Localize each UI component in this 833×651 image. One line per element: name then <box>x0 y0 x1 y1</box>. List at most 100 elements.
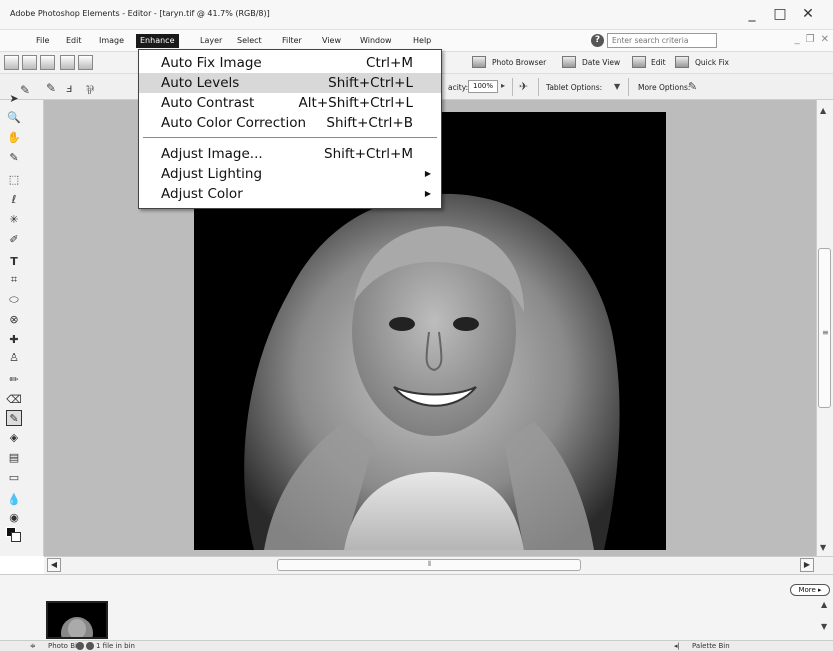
healing-brush-tool-icon[interactable]: ✚ <box>6 332 22 348</box>
close-button[interactable]: ✕ <box>801 6 815 22</box>
help-icon[interactable]: ? <box>591 34 604 47</box>
quick-fix-button[interactable]: Quick Fix <box>695 58 729 67</box>
scanner-icon[interactable] <box>78 55 93 70</box>
menu-window[interactable]: Window <box>356 34 396 48</box>
submenu-arrow-icon: ▶ <box>424 189 431 198</box>
magic-wand-tool-icon[interactable]: ✳ <box>6 212 22 228</box>
red-eye-tool-icon[interactable]: ⊗ <box>6 312 22 328</box>
menu-item-auto-contrast[interactable]: Auto Contrast Alt+Shift+Ctrl+L <box>139 93 441 113</box>
menu-enhance[interactable]: Enhance <box>136 34 179 48</box>
thumbnail-image <box>61 617 93 637</box>
opacity-field[interactable]: 100% <box>468 80 498 93</box>
options-separator <box>512 78 513 96</box>
date-view-icon[interactable] <box>562 56 576 68</box>
options-separator <box>538 78 539 96</box>
brush-preset-icon[interactable]: ✎ <box>46 81 56 95</box>
status-bar: ≑ Photo Bin 1 file in bin ◂| Palette Bin <box>0 640 833 651</box>
impressionist-brush-icon[interactable]: ⅎ <box>66 81 72 95</box>
color-replacement-icon[interactable]: ⅌ <box>86 81 94 98</box>
clone-stamp-tool-icon[interactable]: ♙ <box>6 350 22 366</box>
menu-edit[interactable]: Edit <box>62 34 86 48</box>
menu-image[interactable]: Image <box>95 34 128 48</box>
menu-layer[interactable]: Layer <box>196 34 226 48</box>
menu-file[interactable]: File <box>32 34 53 48</box>
tablet-options-label[interactable]: Tablet Options: <box>546 83 602 92</box>
open-file-icon[interactable] <box>22 55 37 70</box>
photo-browser-button[interactable]: Photo Browser <box>492 58 546 67</box>
more-button[interactable]: More ▸ <box>790 584 830 596</box>
type-tool-icon[interactable]: T <box>6 254 22 270</box>
menu-item-adjust-color[interactable]: Adjust Color ▶ <box>139 184 441 204</box>
palette-bin-label[interactable]: Palette Bin <box>692 642 730 650</box>
crop-tool-icon[interactable]: ⌗ <box>6 272 22 288</box>
blur-tool-icon[interactable]: 💧 <box>6 492 22 508</box>
palette-bin-toggle-icon[interactable]: ◂| <box>674 642 680 650</box>
scroll-down-icon[interactable]: ▼ <box>820 543 826 552</box>
edit-button[interactable]: Edit <box>651 58 666 67</box>
doc-restore-icon[interactable]: ❐ <box>806 34 815 45</box>
menu-item-auto-color-correction[interactable]: Auto Color Correction Shift+Ctrl+B <box>139 113 441 133</box>
title-bar: Adobe Photoshop Elements - Editor - [tar… <box>0 0 833 30</box>
sponge-tool-icon[interactable]: ◉ <box>6 510 22 526</box>
hand-tool-icon[interactable]: ✋ <box>6 130 22 146</box>
new-file-icon[interactable] <box>4 55 19 70</box>
brush-tool-icon-selected[interactable]: ✎ <box>6 410 22 426</box>
bin-toggle-icon[interactable]: ≑ <box>30 642 36 650</box>
next-photo-icon[interactable] <box>86 642 94 650</box>
window-controls: _ □ ✕ <box>745 6 815 22</box>
lasso-tool-icon[interactable]: ℓ <box>6 192 22 208</box>
bin-scroll-up-icon[interactable]: ▲ <box>821 600 827 609</box>
bin-thumbnail[interactable] <box>46 601 108 639</box>
scroll-up-icon[interactable]: ▲ <box>820 106 826 115</box>
pencil-tool-icon[interactable]: ✏ <box>6 372 22 388</box>
scroll-left-icon[interactable]: ◀ <box>47 558 61 572</box>
window-title: Adobe Photoshop Elements - Editor - [tar… <box>10 9 270 18</box>
marquee-tool-icon[interactable]: ⬚ <box>6 172 22 188</box>
previous-photo-icon[interactable] <box>76 642 84 650</box>
document-window-controls: _ ❐ ✕ <box>795 34 829 45</box>
selection-brush-tool-icon[interactable]: ✐ <box>6 232 22 248</box>
menu-select[interactable]: Select <box>233 34 266 48</box>
submenu-arrow-icon: ▶ <box>424 169 431 178</box>
cookie-cutter-tool-icon[interactable]: ⬭ <box>6 292 22 308</box>
search-input[interactable] <box>607 33 717 48</box>
eyedropper-tool-icon[interactable]: ✎ <box>6 150 22 166</box>
shape-tool-icon[interactable]: ▭ <box>6 470 22 486</box>
doc-close-icon[interactable]: ✕ <box>821 34 829 45</box>
doc-minimize-icon[interactable]: _ <box>795 34 800 45</box>
toolbox <box>0 100 44 556</box>
scroll-grip-icon: ⦀ <box>428 560 432 568</box>
menu-item-adjust-lighting[interactable]: Adjust Lighting ▶ <box>139 164 441 184</box>
opacity-label: acity: <box>448 83 469 92</box>
gradient-tool-icon[interactable]: ▤ <box>6 450 22 466</box>
more-options-brush-icon[interactable]: ✎ <box>688 80 697 93</box>
photo-browser-icon[interactable] <box>472 56 486 68</box>
move-tool-icon[interactable]: ➤ <box>6 91 22 107</box>
menu-item-auto-fix-image[interactable]: Auto Fix Image Ctrl+M <box>139 53 441 73</box>
file-count: 1 file in bin <box>96 642 135 650</box>
more-options-label[interactable]: More Options: <box>638 83 690 92</box>
minimize-button[interactable]: _ <box>745 6 759 22</box>
menu-separator <box>143 137 437 138</box>
menu-item-adjust-image[interactable]: Adjust Image... Shift+Ctrl+M <box>139 144 441 164</box>
quick-fix-icon[interactable] <box>675 56 689 68</box>
bin-scroll-down-icon[interactable]: ▼ <box>821 622 827 631</box>
menu-help[interactable]: Help <box>409 34 435 48</box>
save-icon[interactable] <box>40 55 55 70</box>
print-icon[interactable] <box>60 55 75 70</box>
eraser-tool-icon[interactable]: ⌫ <box>6 392 22 408</box>
airbrush-icon[interactable]: ✈ <box>519 80 528 93</box>
maximize-button[interactable]: □ <box>773 6 787 22</box>
menu-view[interactable]: View <box>318 34 345 48</box>
menu-filter[interactable]: Filter <box>278 34 306 48</box>
opacity-arrow-icon[interactable]: ▸ <box>501 81 505 90</box>
background-color-swatch[interactable] <box>11 532 21 542</box>
date-view-button[interactable]: Date View <box>582 58 620 67</box>
tablet-options-dropdown-icon[interactable]: ▼ <box>614 82 620 91</box>
scroll-right-icon[interactable]: ▶ <box>800 558 814 572</box>
menu-item-auto-levels[interactable]: Auto Levels Shift+Ctrl+L <box>139 73 441 93</box>
enhance-menu: Auto Fix Image Ctrl+M Auto Levels Shift+… <box>138 49 442 209</box>
paint-bucket-tool-icon[interactable]: ◈ <box>6 430 22 446</box>
edit-icon[interactable] <box>632 56 646 68</box>
zoom-tool-icon[interactable]: 🔍 <box>6 110 22 126</box>
